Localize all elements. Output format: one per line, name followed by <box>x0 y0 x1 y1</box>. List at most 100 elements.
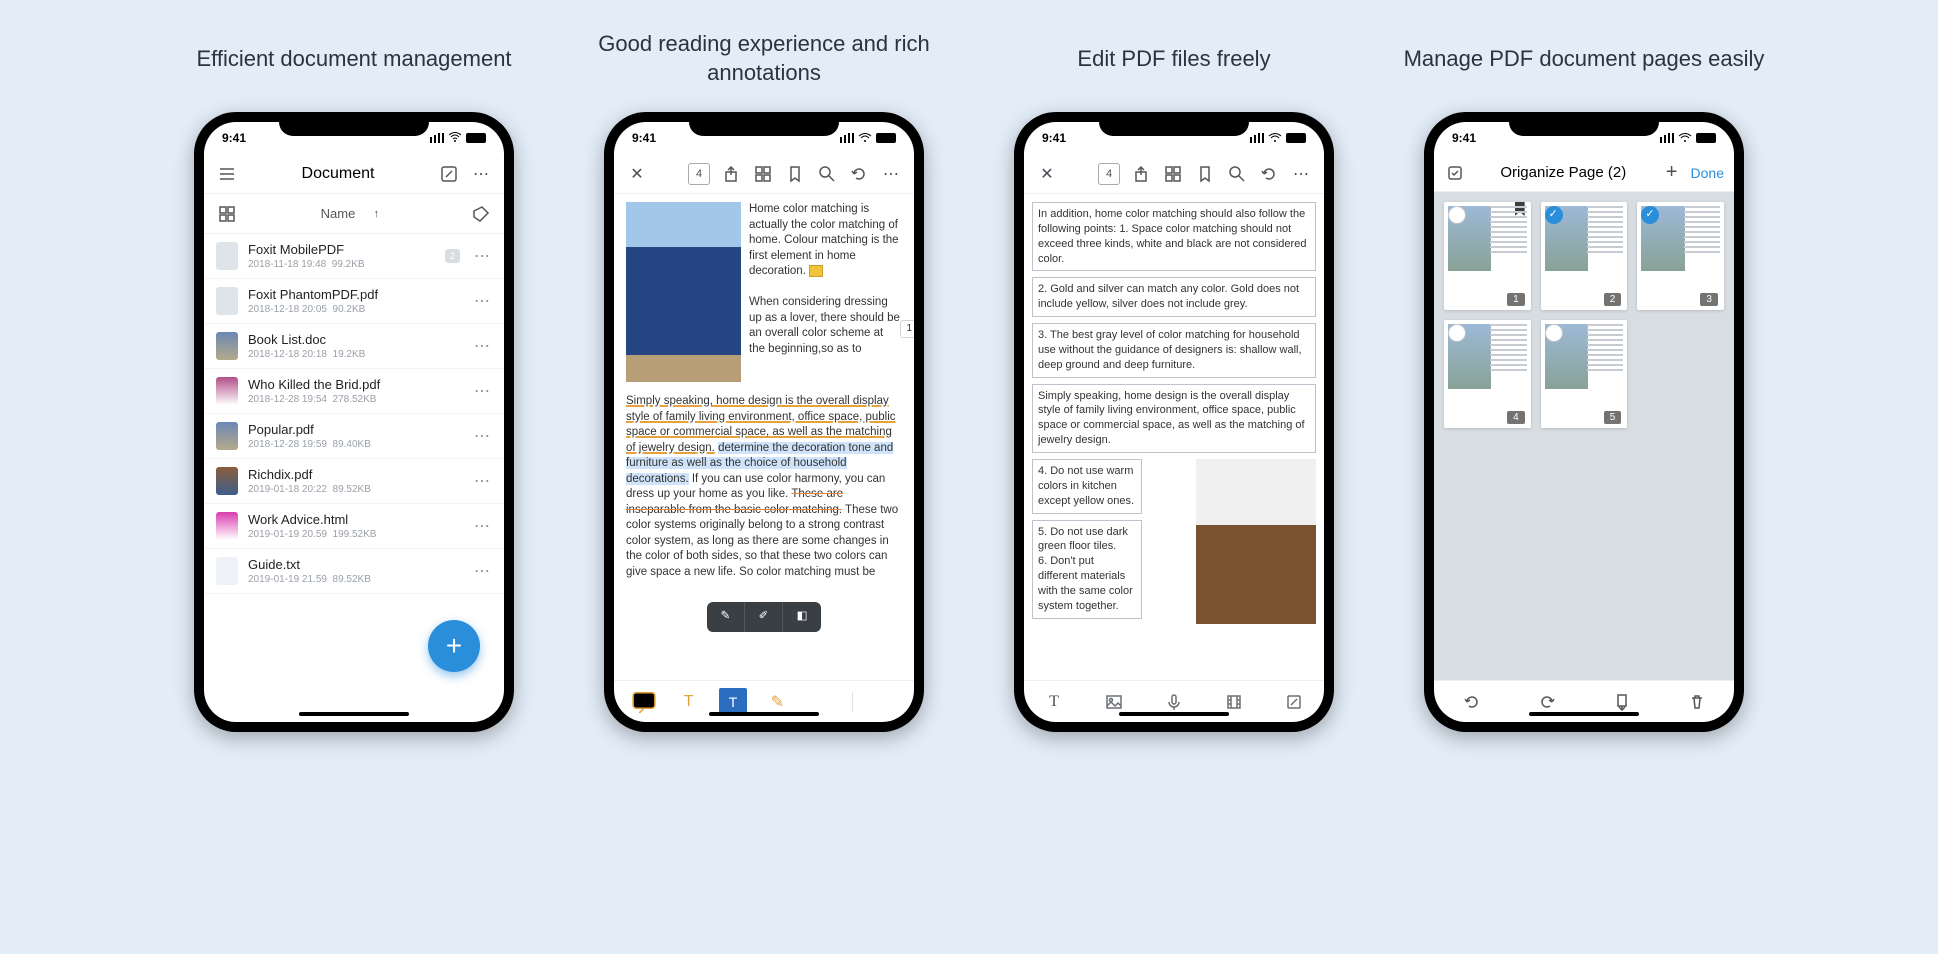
extract-icon[interactable] <box>1611 691 1633 713</box>
search-icon[interactable] <box>816 163 838 185</box>
sort-arrow-icon[interactable]: ↑ <box>365 203 387 225</box>
file-row[interactable]: Popular.pdf 2018-12-28 19:59 89.40KB ⋯ <box>204 414 504 459</box>
file-more-icon[interactable]: ⋯ <box>474 471 492 491</box>
text-box[interactable]: In addition, home color matching should … <box>1032 202 1316 271</box>
sign-tool[interactable] <box>1283 691 1305 713</box>
page-number: 3 <box>1700 293 1718 306</box>
file-row[interactable]: Book List.doc 2018-12-18 20:18 19.2KB ⋯ <box>204 324 504 369</box>
file-meta: 2019-01-19 21.59 89.52KB <box>248 574 464 585</box>
document-image[interactable] <box>1196 459 1316 624</box>
sort-label[interactable]: Name <box>321 206 356 221</box>
edit-icon[interactable] <box>438 163 460 185</box>
page-counter[interactable]: 4 <box>688 163 710 185</box>
eraser-partial-tool[interactable]: ✐ <box>745 602 783 632</box>
file-name: Book List.doc <box>248 332 464 347</box>
page-number: 4 <box>1507 411 1525 424</box>
undo-icon[interactable] <box>1258 163 1280 185</box>
status-time: 9:41 <box>222 131 272 145</box>
add-page-icon[interactable]: + <box>1661 162 1683 184</box>
file-row[interactable]: Guide.txt 2019-01-19 21.59 89.52KB ⋯ <box>204 549 504 594</box>
page-counter[interactable]: 4 <box>1098 163 1120 185</box>
battery-icon <box>1286 133 1306 143</box>
file-more-icon[interactable]: ⋯ <box>474 336 492 356</box>
file-meta: 2018-12-18 20:18 19.2KB <box>248 349 464 360</box>
page-thumbnail[interactable]: 4 <box>1444 320 1531 428</box>
eraser-tool[interactable]: ◧ <box>783 602 821 632</box>
bookmark-icon[interactable] <box>1194 163 1216 185</box>
note-tool[interactable] <box>630 688 658 716</box>
text-box[interactable]: 4. Do not use warm colors in kitchen exc… <box>1032 459 1142 514</box>
wifi-icon <box>858 133 872 143</box>
film-tool[interactable] <box>1223 691 1245 713</box>
page-thumbnail[interactable]: 2 <box>1541 202 1628 310</box>
thumbnails-icon[interactable] <box>1162 163 1184 185</box>
color-tool[interactable] <box>870 688 898 716</box>
text-box[interactable]: 5. Do not use dark green floor tiles. 6.… <box>1032 520 1142 619</box>
image-tool[interactable] <box>1103 691 1125 713</box>
audio-tool[interactable] <box>1163 691 1185 713</box>
share-icon[interactable] <box>1130 163 1152 185</box>
rotate-left-icon[interactable] <box>1461 691 1483 713</box>
file-name: Foxit PhantomPDF.pdf <box>248 287 464 302</box>
page-thumbnail[interactable]: 5 <box>1541 320 1628 428</box>
page-checkbox[interactable] <box>1448 206 1466 224</box>
text-tool[interactable]: T <box>1043 691 1065 713</box>
wifi-icon <box>1268 133 1282 143</box>
close-icon[interactable]: ✕ <box>626 163 648 185</box>
select-all-icon[interactable] <box>1444 162 1466 184</box>
add-button[interactable]: + <box>428 620 480 672</box>
tag-icon[interactable] <box>470 203 492 225</box>
text-box[interactable]: Simply speaking, home design is the over… <box>1032 384 1316 453</box>
done-button[interactable]: Done <box>1691 165 1724 181</box>
share-icon[interactable] <box>720 163 742 185</box>
rotate-right-icon[interactable] <box>1536 691 1558 713</box>
undo-icon[interactable] <box>848 163 870 185</box>
file-row[interactable]: Work Advice.html 2019-01-19 20.59 199.52… <box>204 504 504 549</box>
highlight-tool[interactable]: T <box>675 688 703 716</box>
reader-content[interactable]: Home color matching is actually the colo… <box>614 194 914 680</box>
file-name: Guide.txt <box>248 557 464 572</box>
file-meta: 2019-01-18 20:22 89.52KB <box>248 484 464 495</box>
text-box[interactable]: 2. Gold and silver can match any color. … <box>1032 277 1316 317</box>
edit-content[interactable]: In addition, home color matching should … <box>1024 194 1324 680</box>
more-icon[interactable]: ⋯ <box>880 163 902 185</box>
file-thumbnail <box>216 287 238 315</box>
edit-toolbar-top: ✕ 4 ⋯ <box>1024 154 1324 194</box>
more-icon[interactable]: ⋯ <box>1290 163 1312 185</box>
page-checkbox[interactable] <box>1545 206 1563 224</box>
screenshot-panel-3: Edit PDF files freely 9:41 ✕ 4 <box>989 0 1359 732</box>
file-more-icon[interactable]: ⋯ <box>474 246 492 266</box>
file-row[interactable]: Foxit PhantomPDF.pdf 2018-12-18 20:05 90… <box>204 279 504 324</box>
menu-icon[interactable] <box>216 163 238 185</box>
file-more-icon[interactable]: ⋯ <box>474 516 492 536</box>
file-more-icon[interactable]: ⋯ <box>474 291 492 311</box>
battery-icon <box>1696 133 1716 143</box>
delete-icon[interactable] <box>1686 691 1708 713</box>
file-row[interactable]: Richdix.pdf 2019-01-18 20:22 89.52KB ⋯ <box>204 459 504 504</box>
organize-title: Origanize Page (2) <box>1474 164 1653 181</box>
grid-view-icon[interactable] <box>216 203 238 225</box>
screenshot-panel-4: Manage PDF document pages easily 9:41 Or… <box>1399 0 1769 732</box>
page-checkbox[interactable] <box>1545 324 1563 342</box>
thumbnails-icon[interactable] <box>752 163 774 185</box>
page-thumbnail[interactable]: 3 <box>1637 202 1724 310</box>
text-box[interactable]: 3. The best gray level of color matching… <box>1032 323 1316 378</box>
screenshot-panel-2: Good reading experience and rich annotat… <box>579 0 949 732</box>
search-icon[interactable] <box>1226 163 1248 185</box>
file-more-icon[interactable]: ⋯ <box>474 561 492 581</box>
reader-toolbar-top: ✕ 4 ⋯ <box>614 154 914 194</box>
close-icon[interactable]: ✕ <box>1036 163 1058 185</box>
file-row[interactable]: Who Killed the Brid.pdf 2018-12-28 19:54… <box>204 369 504 414</box>
pencil-tool[interactable]: ✎ <box>707 602 745 632</box>
file-more-icon[interactable]: ⋯ <box>474 426 492 446</box>
signal-icon <box>1660 133 1674 143</box>
bookmark-icon[interactable] <box>784 163 806 185</box>
sticky-note-icon[interactable] <box>809 265 823 277</box>
file-thumbnail <box>216 242 238 270</box>
battery-icon <box>876 133 896 143</box>
more-icon[interactable]: ⋯ <box>470 163 492 185</box>
page-checkbox[interactable] <box>1448 324 1466 342</box>
file-more-icon[interactable]: ⋯ <box>474 381 492 401</box>
page-thumbnail[interactable]: 1 <box>1444 202 1531 310</box>
file-row[interactable]: Foxit MobilePDF 2018-11-18 19:48 99.2KB … <box>204 234 504 279</box>
